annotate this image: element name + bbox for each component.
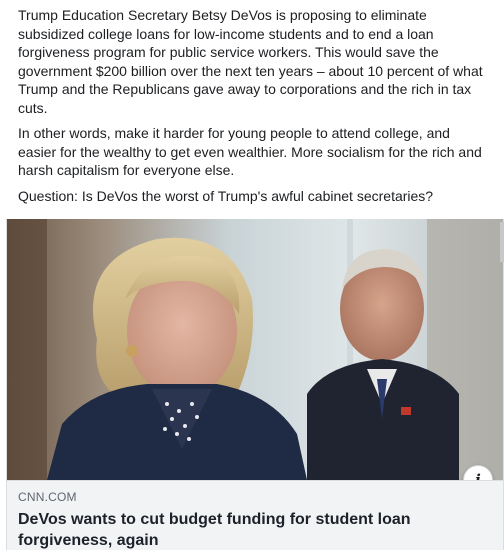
post-paragraph-3: Question: Is DeVos the worst of Trump's … <box>18 187 434 204</box>
link-title[interactable]: DeVos wants to cut budget funding for st… <box>18 509 491 550</box>
link-preview-card[interactable]: i CNN.COM DeVos wants to cut budget fund… <box>6 219 504 550</box>
post-text: Trump Education Secretary Betsy DeVos is… <box>18 6 488 212</box>
scrollbar[interactable] <box>500 222 504 262</box>
post-paragraph-1: Trump Education Secretary Betsy DeVos is… <box>18 7 483 116</box>
link-domain: CNN.COM <box>18 490 77 504</box>
link-meta[interactable]: CNN.COM DeVos wants to cut budget fundin… <box>7 480 503 550</box>
link-preview-image[interactable] <box>7 219 503 480</box>
post-paragraph-2: In other words, make it harder for young… <box>18 125 482 178</box>
